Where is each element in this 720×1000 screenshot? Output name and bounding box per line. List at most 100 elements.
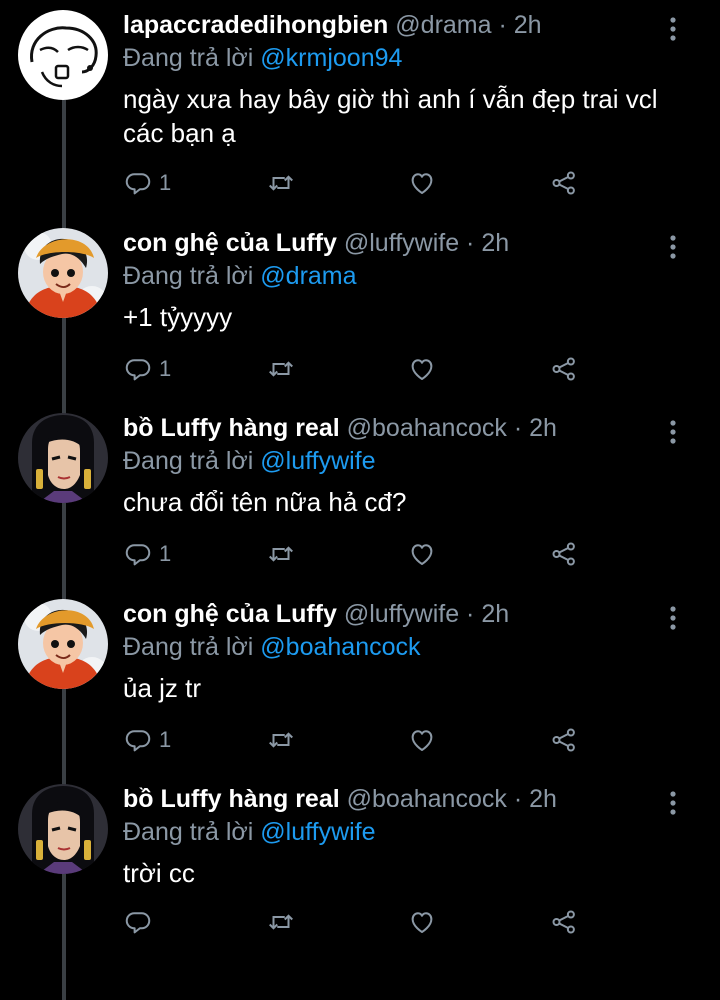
like-button[interactable] [407,905,437,939]
heart-icon [407,725,437,755]
avatar[interactable] [18,10,108,100]
tweet-text: ngày xưa hay bây giờ thì anh í vẫn đẹp t… [123,84,658,148]
reply-context: Đang trả lời @drama [123,260,670,292]
display-name[interactable]: lapaccradedihongbien [123,11,388,39]
retweet-button[interactable] [265,166,297,200]
share-button[interactable] [549,723,579,757]
reply-button[interactable]: 1 [123,537,171,571]
tweet-header: con ghệ của Luffy @luffywife · 2h [123,597,670,631]
tweet-content: lapaccradedihongbien @drama · 2h Đang tr… [123,8,670,150]
tweet-content: con ghệ của Luffy @luffywife · 2h Đang t… [123,226,670,334]
share-button[interactable] [549,166,579,200]
reply-icon [123,907,153,937]
tweet-content: con ghệ của Luffy @luffywife · 2h Đang t… [123,597,670,705]
reply-to-handle[interactable]: @luffywife [260,818,375,846]
share-icon [549,725,579,755]
reply-icon [123,168,153,198]
more-options-icon[interactable] [662,232,684,262]
avatar[interactable] [18,599,108,689]
heart-icon [407,907,437,937]
more-options-icon[interactable] [662,788,684,818]
tweet-actions [123,905,593,939]
display-name[interactable]: con ghệ của Luffy [123,229,337,257]
reply-button[interactable]: 1 [123,352,171,386]
reply-tweet[interactable]: bồ Luffy hàng real @boahancock · 2h Đang… [0,774,720,949]
reply-prefix: Đang trả lời [123,447,254,475]
reply-tweet[interactable]: con ghệ của Luffy @luffywife · 2h Đang t… [0,218,720,396]
more-options-icon[interactable] [662,14,684,44]
reply-button[interactable]: 1 [123,723,171,757]
retweet-button[interactable] [265,537,297,571]
retweet-icon [265,725,297,755]
tweet-content: bồ Luffy hàng real @boahancock · 2h Đang… [123,782,670,890]
share-button[interactable] [549,537,579,571]
tweet-header: bồ Luffy hàng real @boahancock · 2h [123,782,670,816]
avatar[interactable] [18,784,108,874]
retweet-icon [265,907,297,937]
like-button[interactable] [407,537,437,571]
tweet-actions: 1 [123,723,593,757]
reply-icon [123,725,153,755]
reply-tweet[interactable]: lapaccradedihongbien @drama · 2h Đang tr… [0,0,720,210]
tweet-header: bồ Luffy hàng real @boahancock · 2h [123,411,670,445]
share-icon [549,907,579,937]
retweet-button[interactable] [265,905,297,939]
tweet-text: chưa đổi tên nữa hả cđ? [123,487,407,517]
user-handle[interactable]: @boahancock [347,785,507,813]
share-icon [549,168,579,198]
reply-icon [123,354,153,384]
reply-to-handle[interactable]: @drama [260,262,356,290]
tweet-actions: 1 [123,537,593,571]
retweet-button[interactable] [265,352,297,386]
display-name[interactable]: bồ Luffy hàng real [123,414,340,442]
share-icon [549,539,579,569]
reply-tweet[interactable]: con ghệ của Luffy @luffywife · 2h Đang t… [0,589,720,767]
retweet-icon [265,168,297,198]
timestamp: · 2h [466,600,510,628]
user-handle[interactable]: @boahancock [347,414,507,442]
tweet-text: trời cc [123,858,195,888]
reply-tweet[interactable]: bồ Luffy hàng real @boahancock · 2h Đang… [0,403,720,581]
reply-context: Đang trả lời @luffywife [123,445,670,477]
retweet-icon [265,354,297,384]
reply-icon [123,539,153,569]
reply-prefix: Đang trả lời [123,262,254,290]
avatar[interactable] [18,413,108,503]
reply-context: Đang trả lời @krmjoon94 [123,42,670,74]
reply-count: 1 [159,170,172,195]
reply-prefix: Đang trả lời [123,633,254,661]
display-name[interactable]: bồ Luffy hàng real [123,785,340,813]
reply-prefix: Đang trả lời [123,818,254,846]
display-name[interactable]: con ghệ của Luffy [123,600,337,628]
reply-count: 1 [159,541,172,566]
reply-button[interactable]: 1 [123,166,171,200]
reply-button[interactable] [123,905,159,939]
tweet-actions: 1 [123,352,593,386]
reply-to-handle[interactable]: @boahancock [260,633,420,661]
more-options-icon[interactable] [662,603,684,633]
avatar[interactable] [18,228,108,318]
share-button[interactable] [549,352,579,386]
reply-context: Đang trả lời @boahancock [123,631,670,663]
timestamp: · 2h [498,11,542,39]
more-options-icon[interactable] [662,417,684,447]
timestamp: · 2h [466,229,510,257]
tweet-text: ủa jz tr [123,673,202,703]
share-icon [549,354,579,384]
retweet-button[interactable] [265,723,297,757]
share-button[interactable] [549,905,579,939]
like-button[interactable] [407,352,437,386]
like-button[interactable] [407,166,437,200]
user-handle[interactable]: @drama [395,11,491,39]
reply-to-handle[interactable]: @krmjoon94 [260,44,402,72]
retweet-icon [265,539,297,569]
timestamp: · 2h [513,785,557,813]
reply-to-handle[interactable]: @luffywife [260,447,375,475]
tweet-content: bồ Luffy hàng real @boahancock · 2h Đang… [123,411,670,519]
user-handle[interactable]: @luffywife [344,600,459,628]
heart-icon [407,168,437,198]
tweet-actions: 1 [123,166,593,200]
user-handle[interactable]: @luffywife [344,229,459,257]
heart-icon [407,354,437,384]
like-button[interactable] [407,723,437,757]
